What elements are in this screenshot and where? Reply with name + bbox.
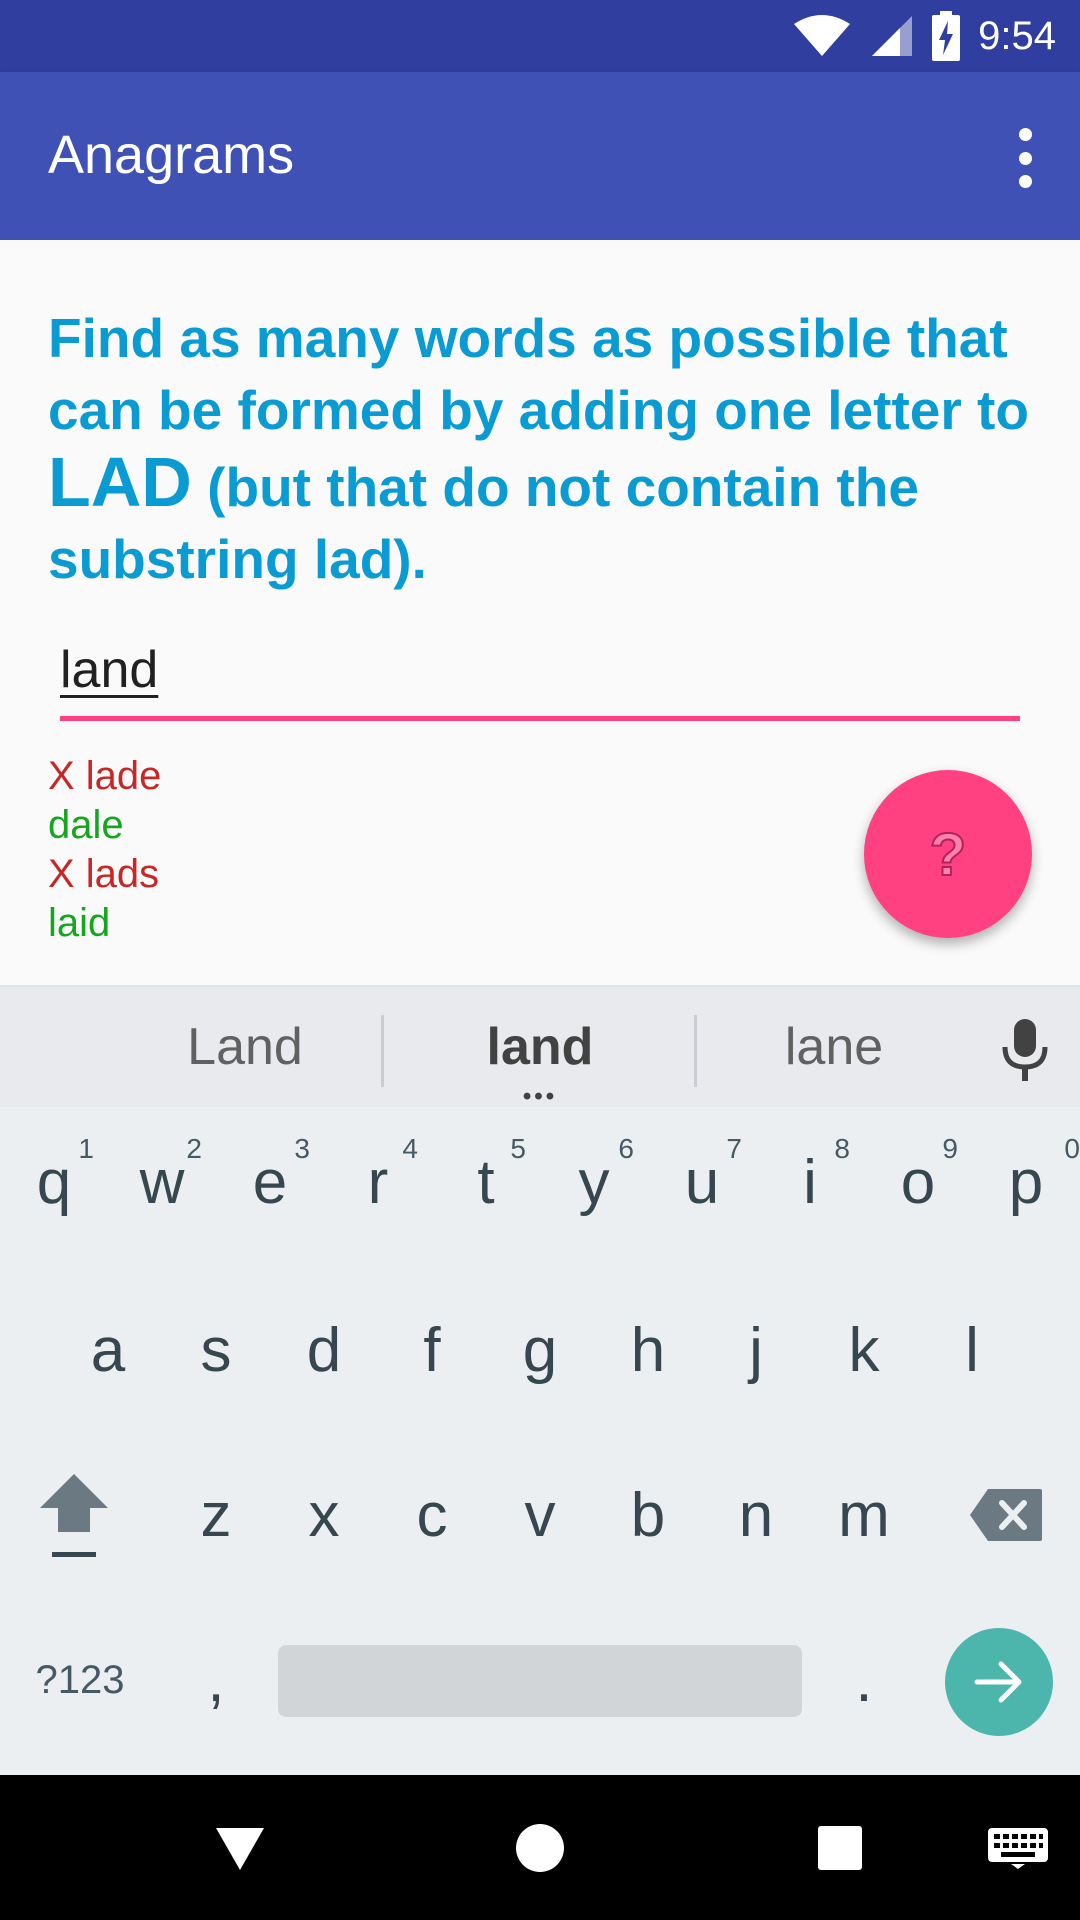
arrow-right-icon xyxy=(974,1661,1022,1703)
key-y[interactable]: y6 xyxy=(540,1107,648,1257)
instructions-text: Find as many words as possible that can … xyxy=(48,302,1048,595)
key-a[interactable]: a xyxy=(54,1275,162,1425)
key-q[interactable]: q1 xyxy=(0,1107,108,1257)
key-j[interactable]: j xyxy=(702,1275,810,1425)
input-underline xyxy=(60,716,1020,721)
backspace-icon xyxy=(970,1489,1042,1541)
period-key[interactable]: . xyxy=(810,1605,918,1755)
game-content: Find as many words as possible that can … xyxy=(0,240,1080,985)
hint-fab-button[interactable]: ? xyxy=(864,770,1032,938)
system-nav-bar xyxy=(0,1775,1080,1920)
key-c[interactable]: c xyxy=(378,1440,486,1590)
shift-icon xyxy=(40,1474,108,1557)
word-input[interactable] xyxy=(60,635,1020,705)
battery-charging-icon xyxy=(932,11,961,61)
key-i[interactable]: i8 xyxy=(756,1107,864,1257)
key-k[interactable]: k xyxy=(810,1275,918,1425)
suggestion-strip: Land land ••• lane xyxy=(0,985,1080,1110)
key-p[interactable]: p0 xyxy=(972,1107,1080,1257)
home-icon[interactable] xyxy=(505,1813,575,1883)
key-s[interactable]: s xyxy=(162,1275,270,1425)
key-w[interactable]: w2 xyxy=(108,1107,216,1257)
key-h[interactable]: h xyxy=(594,1275,702,1425)
key-n[interactable]: n xyxy=(702,1440,810,1590)
key-b[interactable]: b xyxy=(594,1440,702,1590)
key-z[interactable]: z xyxy=(162,1440,270,1590)
suggestion-1[interactable]: Land xyxy=(95,1017,395,1077)
suggestion-3[interactable]: lane xyxy=(684,1017,984,1077)
cell-signal-icon xyxy=(872,16,913,56)
key-m[interactable]: m xyxy=(810,1440,918,1590)
app-bar: Anagrams xyxy=(0,72,1080,240)
key-t[interactable]: t5 xyxy=(432,1107,540,1257)
key-x[interactable]: x xyxy=(270,1440,378,1590)
result-item: dale xyxy=(48,803,124,847)
key-o[interactable]: o9 xyxy=(864,1107,972,1257)
result-item: X lads xyxy=(48,852,160,896)
app-title: Anagrams xyxy=(48,125,295,185)
key-e[interactable]: e3 xyxy=(216,1107,324,1257)
soft-keyboard: Land land ••• lane q1 w2 e3 r4 t5 y6 u7 … xyxy=(0,985,1080,1775)
backspace-key[interactable] xyxy=(952,1440,1060,1590)
status-time: 9:54 xyxy=(978,13,1056,58)
symbols-key[interactable]: ?123 xyxy=(20,1605,140,1755)
suggestion-divider xyxy=(381,1015,384,1087)
key-r[interactable]: r4 xyxy=(324,1107,432,1257)
key-f[interactable]: f xyxy=(378,1275,486,1425)
shift-key[interactable] xyxy=(20,1440,128,1590)
microphone-icon[interactable] xyxy=(1000,1019,1050,1081)
back-icon[interactable] xyxy=(205,1813,275,1883)
result-item: laid xyxy=(48,901,111,945)
status-icons: 9:54 xyxy=(792,0,1056,72)
recents-icon[interactable] xyxy=(805,1813,875,1883)
question-mark-icon: ? xyxy=(929,820,968,889)
status-bar: 9:54 xyxy=(0,0,1080,72)
results-list: X lade dale X lads laid xyxy=(48,752,161,948)
comma-key[interactable]: , xyxy=(162,1605,270,1755)
enter-key[interactable] xyxy=(945,1628,1053,1736)
result-item: X lade xyxy=(48,754,162,798)
key-l[interactable]: l xyxy=(918,1275,1026,1425)
wifi-icon xyxy=(794,15,851,56)
overflow-menu-icon[interactable] xyxy=(1010,128,1040,188)
instructions-start: Find as many words as possible that can … xyxy=(48,307,1029,441)
keyboard-switch-icon[interactable] xyxy=(983,1813,1053,1883)
key-v[interactable]: v xyxy=(486,1440,594,1590)
key-u[interactable]: u7 xyxy=(648,1107,756,1257)
base-word: LAD xyxy=(48,443,192,521)
key-d[interactable]: d xyxy=(270,1275,378,1425)
space-bar[interactable] xyxy=(278,1645,802,1717)
key-g[interactable]: g xyxy=(486,1275,594,1425)
suggestion-2[interactable]: land xyxy=(390,1017,690,1077)
